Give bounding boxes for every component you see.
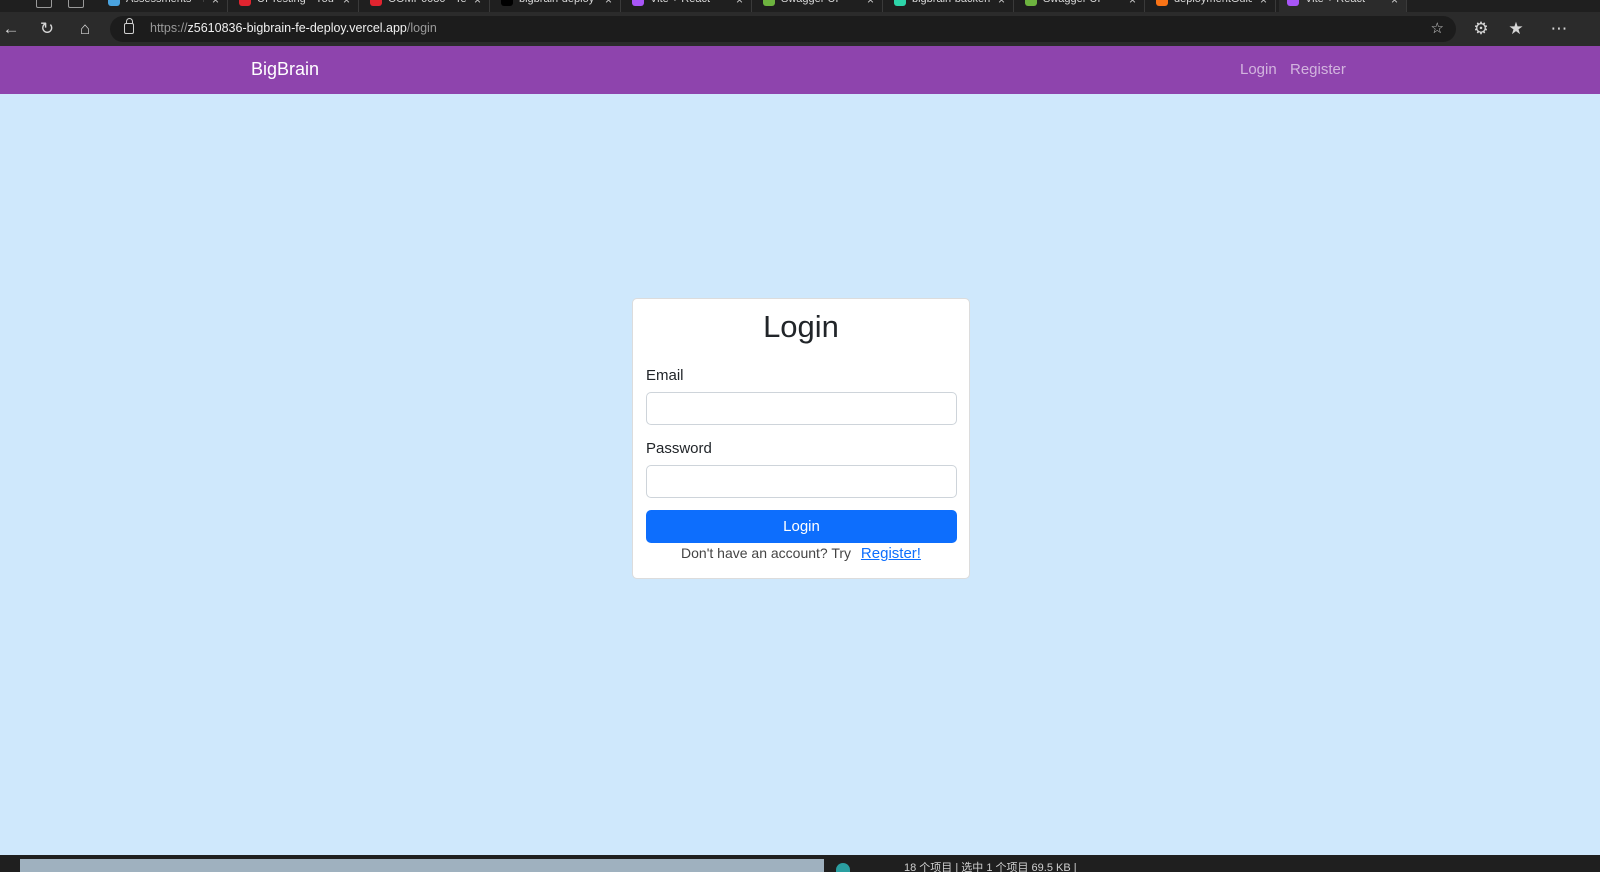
lock-icon[interactable] [124,18,134,34]
tab-favicon-icon [1287,0,1299,6]
close-tab-icon[interactable]: × [736,0,743,7]
tab-favicon-icon [108,0,120,6]
login-button[interactable]: Login [646,510,957,543]
login-title: Login [763,309,839,344]
tab-title: Vite + React [1305,0,1383,5]
tab-title: bigbrain-backend [912,0,990,5]
close-tab-icon[interactable]: × [605,0,612,7]
tab-title: Assessments - Te [126,0,204,5]
password-field[interactable] [646,465,957,498]
register-prompt: Don't have an account? Try Register! [633,545,969,562]
tab-title: COMP6080 - Test [388,0,466,5]
tab-title: deploymentGuide [1174,0,1252,5]
register-link[interactable]: Register! [861,545,921,562]
browser-tab[interactable]: Assessments - Te × [100,0,228,12]
tab-title: bigbrain-deploy [519,0,597,5]
nav-login-link[interactable]: Login [1240,61,1277,78]
browser-tab[interactable]: Vite + React × [624,0,752,12]
tab-title: Vite + React [650,0,728,5]
browser-tab[interactable]: Vite + React × [1279,0,1407,12]
more-menu-icon[interactable]: ⋯ [1548,18,1570,40]
tab-favicon-icon [1025,0,1037,6]
browser-tab[interactable]: COMP6080 - Test × [362,0,490,12]
close-tab-icon[interactable]: × [212,0,219,7]
browser-tab[interactable]: bigbrain-backend × [886,0,1014,12]
browser-tab[interactable]: Swagger UI × [1017,0,1145,12]
browser-toolbar: ← ↻ ⌂ https://z5610836-bigbrain-fe-deplo… [0,12,1600,46]
close-tab-icon[interactable]: × [343,0,350,7]
url-text[interactable]: https://z5610836-bigbrain-fe-deploy.verc… [150,21,437,35]
brand-logo[interactable]: BigBrain [251,59,319,80]
app-icon[interactable] [836,863,850,872]
extensions-icon[interactable]: ⚙ [1470,18,1492,40]
address-bar[interactable]: https://z5610836-bigbrain-fe-deploy.verc… [110,16,1456,42]
close-tab-icon[interactable]: × [1260,0,1267,7]
browser-tab[interactable]: deploymentGuide × [1148,0,1276,12]
tab-favicon-icon [370,0,382,6]
close-tab-icon[interactable]: × [867,0,874,7]
browser-tab[interactable]: UI Testing - YouTu × [231,0,359,12]
nav-register-link[interactable]: Register [1290,61,1346,78]
taskbar: 18 个项目 | 选中 1 个项目 69.5 KB | [0,855,1600,872]
workspaces-icon[interactable] [36,0,52,8]
app-navbar: BigBrain Login Register [0,46,1600,94]
refresh-icon[interactable]: ↻ [36,18,58,40]
home-icon[interactable]: ⌂ [74,18,96,40]
login-card: Login Email Password Login Don't have an… [632,298,970,579]
favorite-star-icon[interactable]: ☆ [1431,19,1444,37]
email-label: Email [646,367,684,384]
tab-title: Swagger UI [781,0,859,5]
browser-tab-strip: Assessments - Te×UI Testing - YouTu×COMP… [0,0,1600,12]
back-icon[interactable]: ← [0,18,22,40]
tab-favicon-icon [632,0,644,6]
browser-tab[interactable]: bigbrain-deploy × [493,0,621,12]
close-tab-icon[interactable]: × [1129,0,1136,7]
window-thumbnail[interactable] [20,859,824,872]
close-tab-icon[interactable]: × [474,0,481,7]
browser-tab[interactable]: Swagger UI × [755,0,883,12]
tab-favicon-icon [1156,0,1168,6]
tab-favicon-icon [894,0,906,6]
tab-favicon-icon [501,0,513,6]
close-tab-icon[interactable]: × [1391,0,1398,7]
favorites-icon[interactable]: ★ [1505,18,1527,40]
file-status-text: 18 个项目 | 选中 1 个项目 69.5 KB | [904,862,1077,872]
tab-favicon-icon [239,0,251,6]
tab-favicon-icon [763,0,775,6]
tab-title: Swagger UI [1043,0,1121,5]
password-label: Password [646,440,712,457]
tab-actions-icon[interactable] [68,0,84,8]
email-field[interactable] [646,392,957,425]
close-tab-icon[interactable]: × [998,0,1005,7]
tab-title: UI Testing - YouTu [257,0,335,5]
register-prompt-text: Don't have an account? Try [681,545,852,561]
